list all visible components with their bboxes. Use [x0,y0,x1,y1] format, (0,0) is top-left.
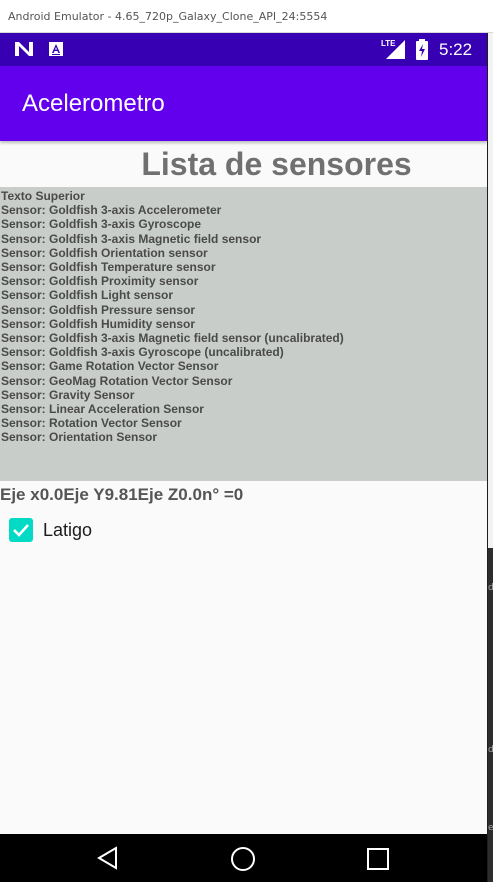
list-item: Sensor: Rotation Vector Sensor [1,416,182,431]
page-heading: Lista de sensores [141,146,412,182]
axis-readout: Eje x0.0Eje Y9.81Eje Z0.0n° =0 [0,485,244,504]
emulator-side-edge: d d e [487,33,493,882]
app-title: Acelerometro [22,90,165,117]
list-item: Sensor: Goldfish 3-axis Magnetic field s… [1,331,344,346]
latigo-checkbox[interactable] [9,518,33,542]
check-icon [13,524,29,537]
lte-label: LTE [381,39,396,48]
status-time: 5:22 [439,40,473,59]
list-item: Sensor: Orientation Sensor [1,430,158,445]
sim-a-icon [48,41,64,62]
n-logo-icon [14,41,34,62]
list-item: Sensor: Goldfish 3-axis Gyroscope (uncal… [1,345,284,360]
latigo-checkbox-label[interactable]: Latigo [43,520,92,541]
lte-signal-icon: LTE [381,38,407,65]
status-bar: LTE 5:22 [0,33,487,66]
list-item: Sensor: Goldfish 3-axis Gyroscope [1,217,202,232]
back-icon[interactable] [96,846,120,875]
latigo-checkbox-row[interactable]: Latigo [9,517,92,543]
battery-charging-icon [415,39,429,66]
sensor-list-box: Texto Superior Sensor: Goldfish 3-axis A… [0,187,487,481]
list-item: Texto Superior [1,189,85,203]
list-item: Sensor: Goldfish 3-axis Accelerometer [1,203,222,218]
navigation-bar [0,834,487,882]
list-item: Sensor: Goldfish Light sensor [1,288,174,303]
recents-icon[interactable] [367,848,389,875]
emulator-title-bar: Android Emulator - 4.65_720p_Galaxy_Clon… [0,0,493,33]
list-item: Sensor: Goldfish Temperature sensor [1,260,216,275]
app-bar: Acelerometro [0,66,487,141]
list-item: Sensor: Goldfish 3-axis Magnetic field s… [1,231,262,246]
phone-screen: LTE 5:22 Acelerometro Lista de sensores … [0,33,487,882]
list-item: Sensor: Goldfish Pressure sensor [1,302,196,317]
list-item: Sensor: Linear Acceleration Sensor [1,402,204,417]
list-item: Sensor: Goldfish Proximity sensor [1,274,199,289]
home-icon[interactable] [230,846,256,877]
list-item: Sensor: Goldfish Humidity sensor [1,316,196,331]
list-item: Sensor: Gravity Sensor [1,387,135,402]
list-item: Sensor: Game Rotation Vector Sensor [1,359,219,374]
emulator-title: Android Emulator - 4.65_720p_Galaxy_Clon… [8,10,328,23]
list-item: Sensor: GeoMag Rotation Vector Sensor [1,373,233,388]
list-item: Sensor: Goldfish Orientation sensor [1,245,208,260]
